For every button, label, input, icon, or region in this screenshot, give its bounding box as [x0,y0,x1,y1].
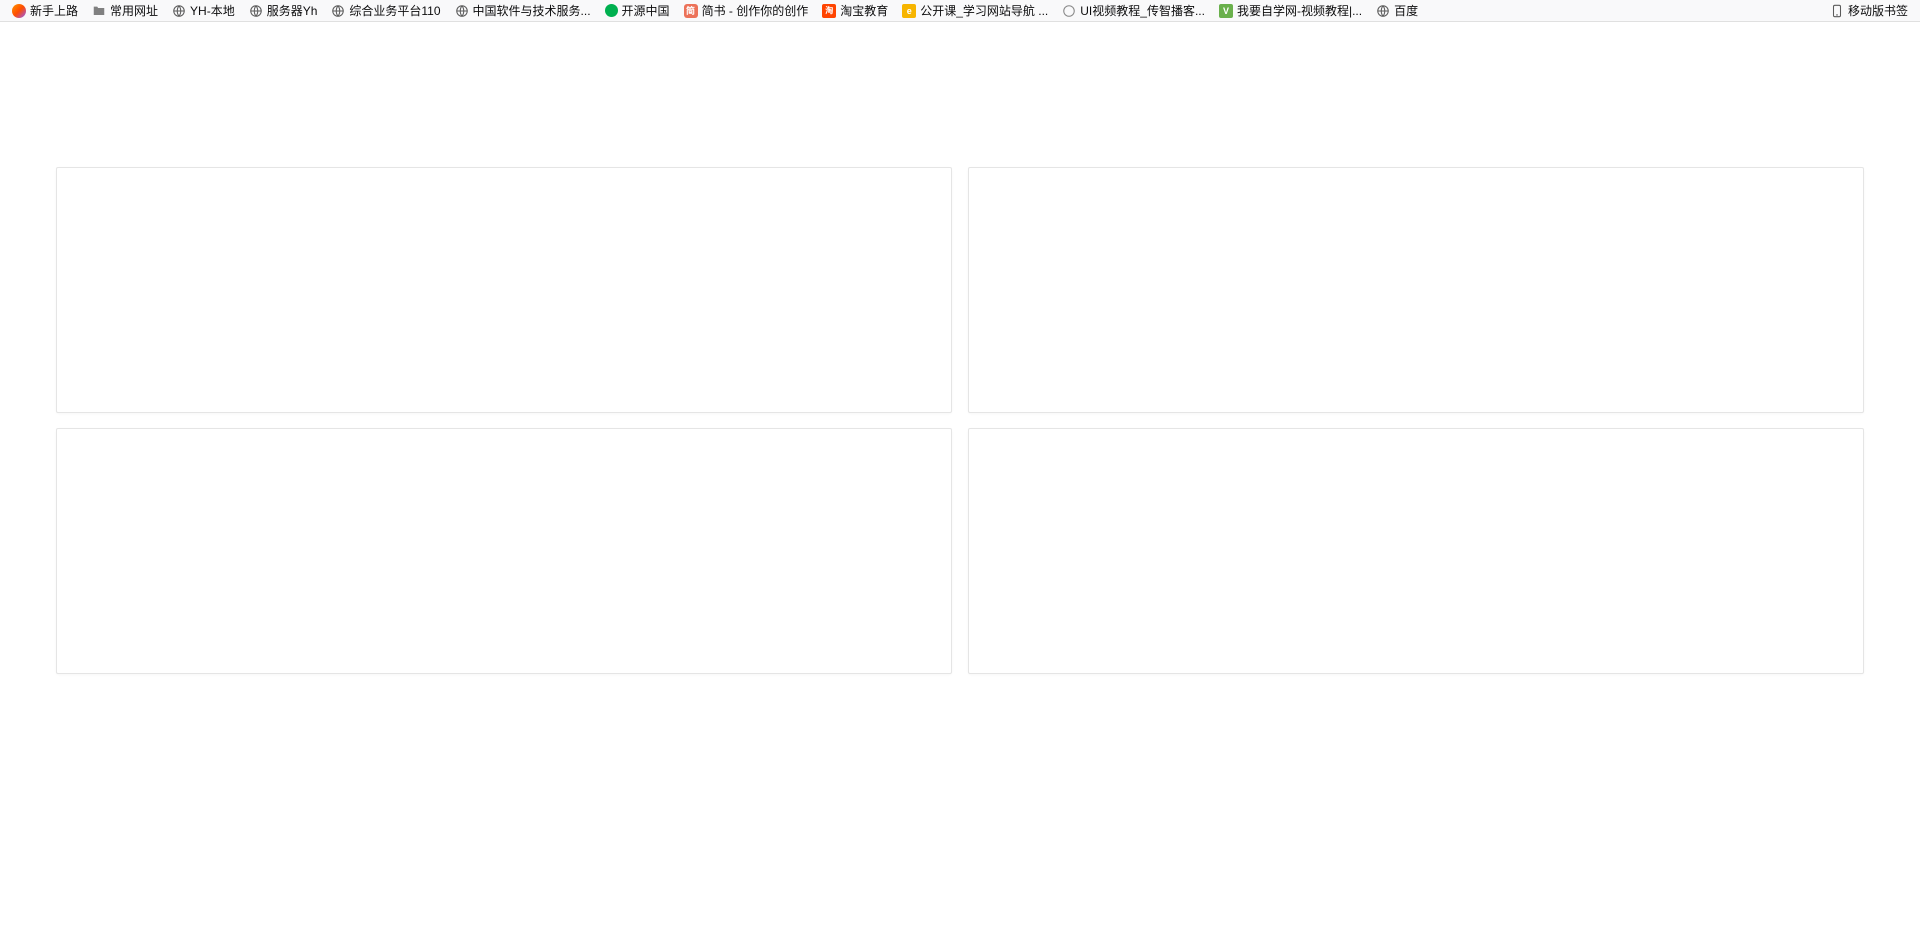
bookmark-label: 我要自学网-视频教程|... [1237,2,1362,19]
self-study-icon: V [1219,4,1233,18]
bookmark-yh-local[interactable]: YH-本地 [166,2,241,20]
globe-icon [331,4,345,18]
folder-icon [92,4,106,18]
globe-icon [249,4,263,18]
bookmark-baidu[interactable]: 百度 [1370,2,1424,20]
bookmark-common-urls[interactable]: 常用网址 [86,2,164,20]
bookmark-china-software[interactable]: 中国软件与技术服务... [449,2,597,20]
bookmark-label: 新手上路 [30,2,78,19]
globe-icon [455,4,469,18]
course-icon: e [902,4,916,18]
card-bottom-right [968,428,1864,674]
bookmarks-left-group: 新手上路 常用网址 YH-本地 服务器Yh 综合 [6,2,1424,20]
bookmark-mobile[interactable]: 移动版书签 [1824,2,1914,20]
bookmark-label: 常用网址 [110,2,158,19]
bookmark-taobao-edu[interactable]: 淘 淘宝教育 [816,2,894,20]
bookmark-platform-110[interactable]: 综合业务平台110 [325,2,446,20]
mobile-icon [1830,4,1844,18]
globe-icon [172,4,186,18]
jianshu-icon: 简 [684,4,698,18]
bookmark-label: 服务器Yh [267,2,318,19]
tutorial-icon [1062,4,1076,18]
bookmark-label: 淘宝教育 [840,2,888,19]
bookmark-label: 百度 [1394,2,1418,19]
bookmark-jianshu[interactable]: 简 简书 - 创作你的创作 [678,2,815,20]
oschina-icon [605,4,618,17]
bookmark-label: 开源中国 [622,2,670,19]
firefox-icon [12,4,26,18]
globe-icon [1376,4,1390,18]
card-top-right [968,167,1864,413]
bookmark-newbie[interactable]: 新手上路 [6,2,84,20]
content-grid [0,22,1920,674]
bookmark-label: 简书 - 创作你的创作 [702,2,809,19]
bookmark-open-course[interactable]: e 公开课_学习网站导航 ... [896,2,1054,20]
bookmark-ui-tutorial[interactable]: UI视频教程_传智播客... [1056,2,1211,20]
bookmark-server-yh[interactable]: 服务器Yh [243,2,324,20]
bookmark-label: 综合业务平台110 [349,2,440,19]
bookmarks-bar: 新手上路 常用网址 YH-本地 服务器Yh 综合 [0,0,1920,22]
card-bottom-left [56,428,952,674]
bookmark-label: YH-本地 [190,2,235,19]
bookmark-self-study[interactable]: V 我要自学网-视频教程|... [1213,2,1368,20]
bookmark-label: 移动版书签 [1848,2,1908,19]
bookmark-label: 公开课_学习网站导航 ... [920,2,1048,19]
bookmark-oschina[interactable]: 开源中国 [599,2,676,20]
bookmark-label: 中国软件与技术服务... [473,2,591,19]
card-top-left [56,167,952,413]
bookmark-label: UI视频教程_传智播客... [1080,2,1205,19]
taobao-icon: 淘 [822,4,836,18]
